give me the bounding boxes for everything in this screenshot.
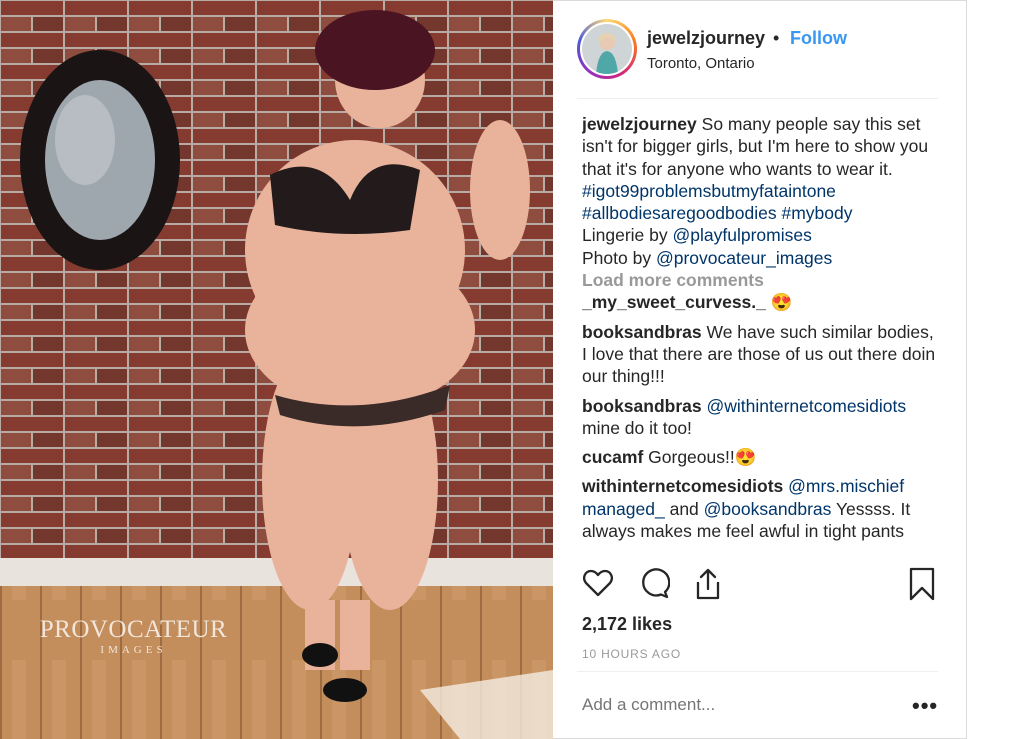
post-photo[interactable]: PROVOCATEUR IMAGES	[0, 0, 553, 739]
comment-username[interactable]: booksandbras	[582, 322, 702, 342]
separator-dot: •	[773, 28, 780, 48]
hashtag-link[interactable]: #allbodiesaregoodbodies	[582, 203, 777, 223]
comment-text: and	[669, 498, 699, 519]
comment-icon[interactable]	[638, 567, 672, 603]
comment: booksandbras @withinternetcomesidiots mi…	[582, 395, 942, 440]
comment-username[interactable]: _my_sweet_curvess._	[582, 292, 766, 312]
heart-icon[interactable]	[582, 567, 616, 603]
comment-text: mine do it too!	[582, 417, 692, 438]
comment: _my_sweet_curvess._ 😍	[582, 291, 942, 313]
avatar-story-ring[interactable]	[577, 19, 637, 79]
comment: cucamf Gorgeous!!😍	[582, 446, 942, 468]
post-header: jewelzjourney • Follow Toronto, Ontario	[577, 19, 938, 99]
caption: jewelzjourney So many people say this se…	[582, 113, 942, 269]
avatar[interactable]	[582, 24, 632, 74]
comment-username[interactable]: cucamf	[582, 447, 643, 467]
header-divider	[577, 98, 938, 99]
more-options-button[interactable]: •••	[912, 693, 938, 719]
bookmark-icon[interactable]	[907, 567, 941, 603]
comment-text: Gorgeous!!😍	[648, 447, 757, 468]
post-timestamp: 10 HOURS AGO	[582, 647, 681, 661]
mention-link[interactable]: @playfulpromises	[673, 225, 812, 245]
comments-area[interactable]: jewelzjourney So many people say this se…	[582, 113, 942, 557]
caption-photo-prefix: Photo by	[582, 247, 652, 268]
watermark-line2: IMAGES	[100, 644, 167, 656]
add-comment-input[interactable]	[582, 695, 882, 715]
photo-watermark: PROVOCATEUR IMAGES	[26, 616, 241, 656]
header-username[interactable]: jewelzjourney	[647, 28, 765, 49]
location-link[interactable]: Toronto, Ontario	[647, 55, 755, 72]
action-bar	[582, 567, 938, 605]
comment: booksandbras We have such similar bodies…	[582, 321, 942, 388]
comment: withinternetcomesidiots @mrs.mischief ma…	[582, 475, 942, 542]
caption-lingerie-prefix: Lingerie by	[582, 225, 668, 246]
load-more-comments-button[interactable]: Load more comments	[582, 269, 942, 291]
mention-link[interactable]: @withinternetcomesidiots	[707, 396, 907, 416]
post-side-panel: jewelzjourney • Follow Toronto, Ontario …	[553, 0, 967, 739]
mention-link[interactable]: @provocateur_images	[656, 248, 832, 268]
caption-username[interactable]: jewelzjourney	[582, 114, 697, 134]
watermark-line1: PROVOCATEUR	[39, 616, 228, 643]
hashtag-link[interactable]: #igot99problemsbutmyfataintone	[582, 181, 836, 201]
comment-divider	[577, 671, 938, 672]
comment-username[interactable]: withinternetcomesidiots	[582, 476, 783, 496]
follow-button[interactable]: Follow	[790, 28, 847, 49]
hashtag-link[interactable]: #mybody	[781, 203, 852, 223]
share-icon[interactable]	[692, 567, 726, 603]
mention-link[interactable]: @booksandbras	[704, 499, 832, 519]
comment-text: 😍	[770, 292, 793, 313]
comment-username[interactable]: booksandbras	[582, 396, 702, 416]
likes-count[interactable]: 2,172 likes	[582, 614, 672, 635]
